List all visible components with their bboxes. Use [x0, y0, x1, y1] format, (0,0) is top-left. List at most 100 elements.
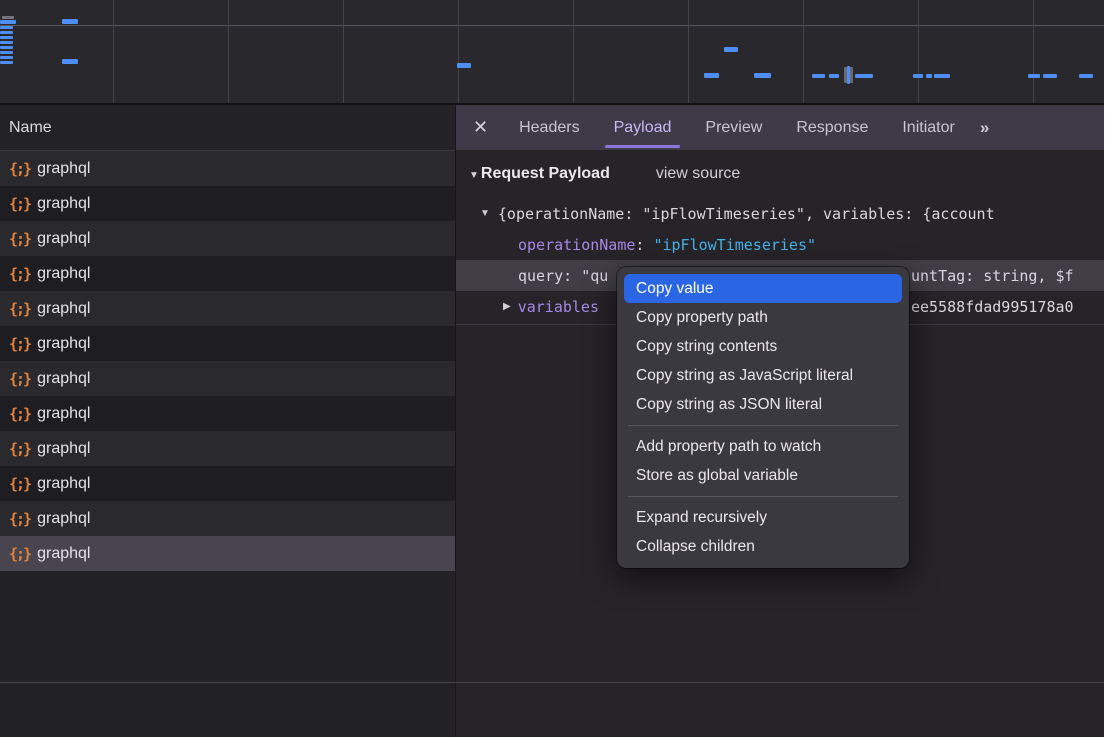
network-request-row[interactable]: {;}graphql [0, 466, 455, 501]
json-braces-icon: {;} [0, 195, 37, 213]
overview-request-bar [724, 47, 738, 52]
expand-caret-icon[interactable]: ▶ [456, 301, 518, 312]
menu-item-copy-string-as-json-literal[interactable]: Copy string as JSON literal [624, 390, 902, 419]
view-source-link[interactable]: view source [656, 165, 740, 183]
overview-request-bar [1079, 74, 1093, 78]
overview-request-bar [812, 74, 825, 78]
network-request-row[interactable]: {;}graphql [0, 291, 455, 326]
network-request-row[interactable]: {;}graphql [0, 151, 455, 186]
json-braces-icon: {;} [0, 300, 37, 318]
section-collapse-caret-icon[interactable]: ▼ [456, 168, 481, 181]
menu-divider [628, 496, 898, 497]
tabs-holder: Headers Payload Preview Response Initiator [502, 105, 972, 150]
query-text-left: query: "qu [456, 267, 608, 285]
overview-gridline-vertical [228, 0, 229, 103]
menu-item-copy-string-as-javascript-literal[interactable]: Copy string as JavaScript literal [624, 361, 902, 390]
overview-request-bar [0, 41, 13, 44]
menu-item-add-property-path-to-watch[interactable]: Add property path to watch [624, 432, 902, 461]
json-braces-icon: {;} [0, 335, 37, 353]
section-title: Request Payload [481, 165, 610, 183]
menu-item-copy-value[interactable]: Copy value [624, 274, 902, 303]
request-payload-header[interactable]: ▼ Request Payload view source [456, 150, 1104, 198]
overview-gridline-vertical [688, 0, 689, 103]
request-name-label: graphql [37, 475, 90, 493]
json-braces-icon: {;} [0, 230, 37, 248]
menu-divider [628, 425, 898, 426]
expand-caret-icon[interactable]: ▼ [456, 208, 498, 219]
json-braces-icon: {;} [0, 405, 37, 423]
tab-preview[interactable]: Preview [696, 105, 771, 150]
json-braces-icon: {;} [0, 370, 37, 388]
overview-request-bar [1043, 74, 1057, 78]
overview-request-bar [0, 46, 13, 49]
request-name-label: graphql [37, 545, 90, 563]
overview-request-bar [0, 36, 13, 39]
overview-request-bar [926, 74, 932, 78]
overview-request-bar [62, 19, 78, 24]
overview-request-bar [0, 26, 13, 29]
overview-request-bar [934, 74, 950, 78]
overview-request-bar [855, 74, 873, 78]
tab-payload[interactable]: Payload [605, 105, 681, 150]
request-name-label: graphql [37, 300, 90, 318]
overview-request-bar [0, 61, 13, 64]
network-request-row[interactable]: {;}graphql [0, 221, 455, 256]
overview-request-bar [913, 74, 923, 78]
tab-response[interactable]: Response [787, 105, 877, 150]
more-tabs-icon[interactable]: » [974, 118, 992, 138]
overview-request-bar [847, 66, 850, 84]
overview-gridline-vertical [573, 0, 574, 103]
operation-name-row[interactable]: operationName: "ipFlowTimeseries" [456, 229, 1104, 260]
network-request-row[interactable]: {;}graphql [0, 431, 455, 466]
tab-headers[interactable]: Headers [510, 105, 588, 150]
menu-item-store-as-global-variable[interactable]: Store as global variable [624, 461, 902, 490]
menu-item-collapse-children[interactable]: Collapse children [624, 532, 902, 561]
request-name-label: graphql [37, 405, 90, 423]
variables-value-right-fragment: ee5588fdad995178a0 [911, 291, 1074, 322]
request-name-label: graphql [37, 160, 90, 178]
menu-item-expand-recursively[interactable]: Expand recursively [624, 503, 902, 532]
overview-request-bar [0, 31, 13, 34]
network-request-row[interactable]: {;}graphql [0, 536, 455, 571]
query-text-right-fragment: untTag: string, $f [911, 260, 1074, 291]
close-icon[interactable]: ✕ [456, 117, 502, 138]
network-overview-timeline[interactable] [0, 0, 1104, 105]
name-column-header[interactable]: Name [0, 105, 455, 151]
payload-root-row[interactable]: ▼ {operationName: "ipFlowTimeseries", va… [456, 198, 1104, 229]
network-request-row[interactable]: {;}graphql [0, 256, 455, 291]
json-braces-icon: {;} [0, 545, 37, 563]
detail-tab-bar: ✕ Headers Payload Preview Response Initiator… [456, 105, 1104, 150]
overview-gridline-vertical [1033, 0, 1034, 103]
overview-request-bar [62, 59, 78, 64]
request-name-label: graphql [37, 370, 90, 388]
overview-gridline-vertical [918, 0, 919, 103]
json-braces-icon: {;} [0, 440, 37, 458]
overview-gridline-vertical [343, 0, 344, 103]
request-name-label: graphql [37, 195, 90, 213]
json-braces-icon: {;} [0, 265, 37, 283]
overview-gridline-vertical [458, 0, 459, 103]
menu-item-copy-string-contents[interactable]: Copy string contents [624, 332, 902, 361]
menu-item-copy-property-path[interactable]: Copy property path [624, 303, 902, 332]
network-request-row[interactable]: {;}graphql [0, 396, 455, 431]
request-name-label: graphql [37, 440, 90, 458]
request-name-label: graphql [37, 510, 90, 528]
network-request-row[interactable]: {;}graphql [0, 326, 455, 361]
tab-initiator[interactable]: Initiator [893, 105, 963, 150]
overview-request-bar [0, 56, 13, 59]
operation-name-text: operationName: "ipFlowTimeseries" [456, 236, 816, 254]
payload-preview-text: {operationName: "ipFlowTimeseries", vari… [498, 205, 995, 223]
overview-request-bar [754, 73, 771, 78]
request-name-label: graphql [37, 265, 90, 283]
variables-key-text: variables [518, 298, 599, 316]
network-request-row[interactable]: {;}graphql [0, 186, 455, 221]
network-request-row[interactable]: {;}graphql [0, 501, 455, 536]
overview-gridline-vertical [803, 0, 804, 103]
overview-request-bar [0, 51, 13, 54]
request-name-label: graphql [37, 230, 90, 248]
footer-divider [0, 682, 1104, 683]
devtools-network-panel: Name {;}graphql{;}graphql{;}graphql{;}gr… [0, 0, 1104, 737]
network-request-row[interactable]: {;}graphql [0, 361, 455, 396]
request-list-panel: Name {;}graphql{;}graphql{;}graphql{;}gr… [0, 105, 456, 737]
overview-request-bar [2, 16, 14, 19]
